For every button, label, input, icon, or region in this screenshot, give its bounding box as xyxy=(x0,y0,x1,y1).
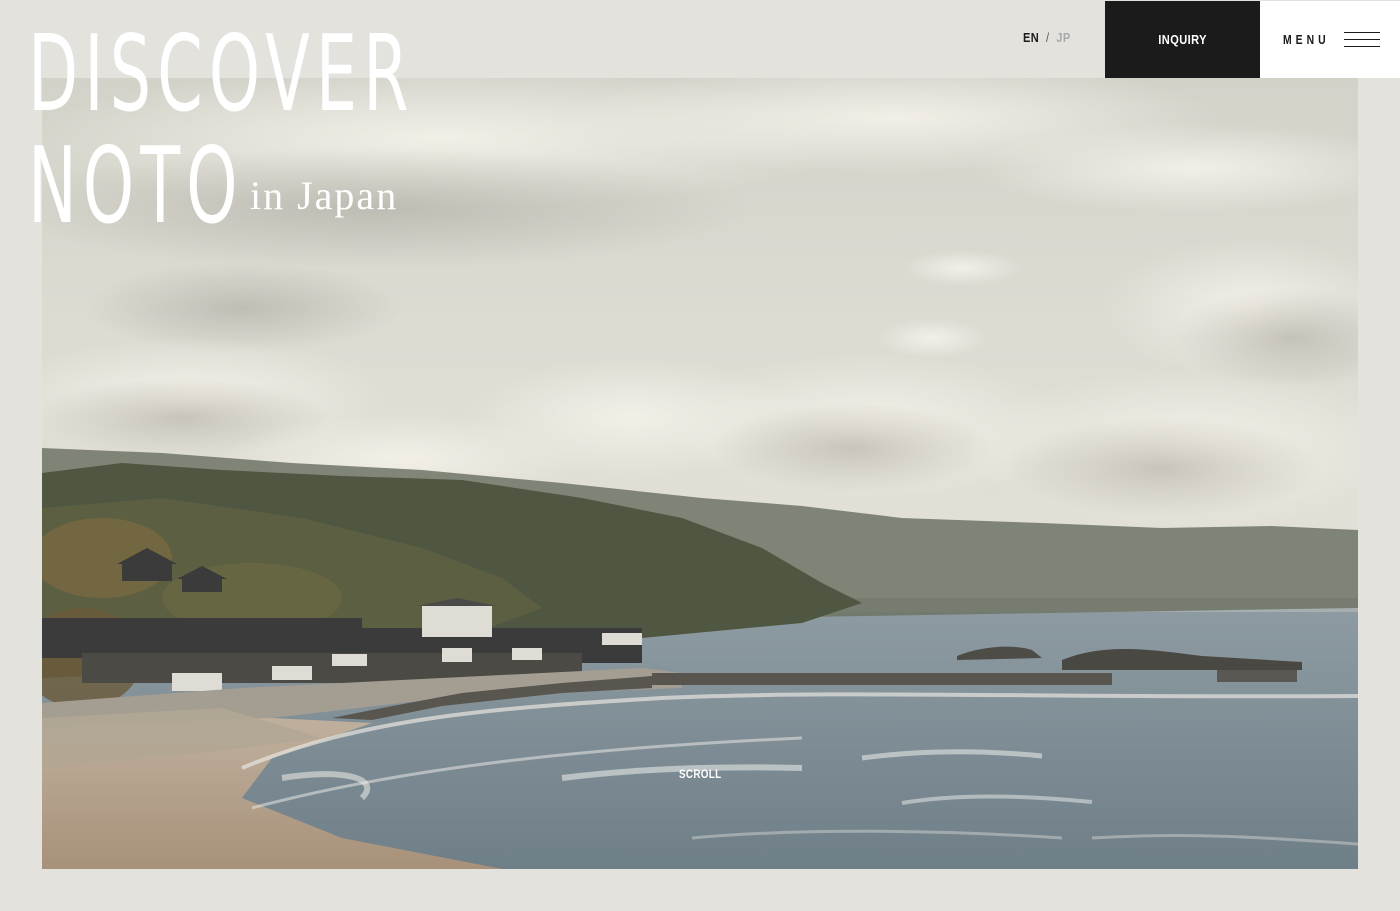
menu-button[interactable]: MENU xyxy=(1260,1,1400,78)
lang-jp-link[interactable]: JP xyxy=(1056,30,1070,45)
hero-title-line-1: DISCOVER xyxy=(28,13,415,135)
hamburger-icon xyxy=(1344,32,1380,48)
language-switcher: EN / JP xyxy=(1023,30,1071,45)
menu-label: MENU xyxy=(1283,32,1330,47)
inquiry-button[interactable]: INQUIRY xyxy=(1105,1,1260,78)
hero-title: DISCOVER NOTO in Japan xyxy=(28,18,652,242)
hero-subtitle: in Japan xyxy=(250,173,399,218)
lang-separator: / xyxy=(1046,30,1050,45)
inquiry-label: INQUIRY xyxy=(1158,32,1207,47)
scroll-indicator[interactable]: SCROLL xyxy=(679,767,721,781)
lang-en-link[interactable]: EN xyxy=(1023,30,1039,45)
